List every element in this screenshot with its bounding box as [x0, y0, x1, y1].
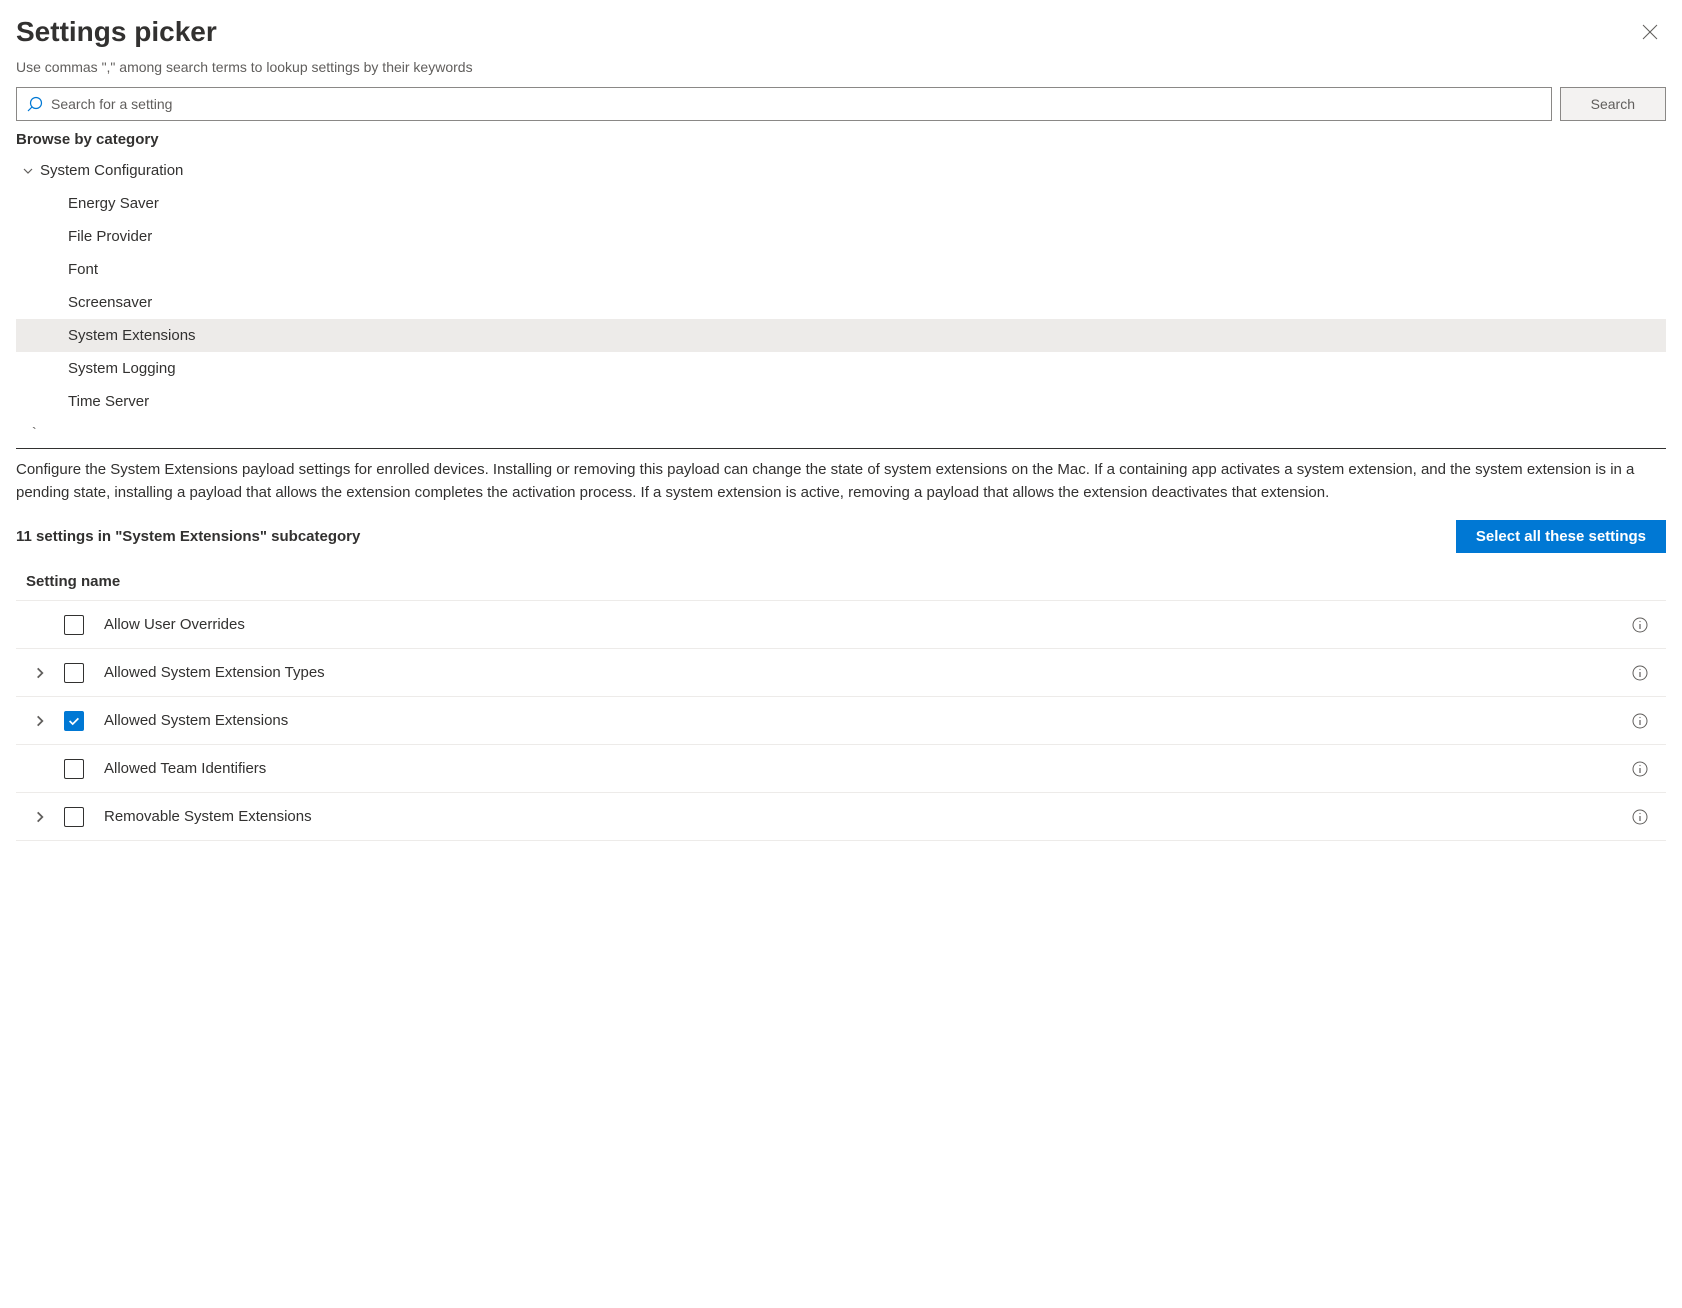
settings-table: Allow User Overrides Allowed System Exten… — [16, 601, 1666, 841]
info-icon — [1632, 665, 1648, 681]
search-input[interactable] — [51, 96, 1541, 112]
category-description: Configure the System Extensions payload … — [16, 459, 1666, 504]
checkbox-col — [64, 615, 104, 635]
browse-by-category-label: Browse by category — [16, 131, 1666, 148]
info-icon — [1632, 761, 1648, 777]
info-button[interactable] — [1624, 713, 1656, 729]
category-tree: System Configuration Energy SaverFile Pr… — [16, 154, 1666, 418]
setting-name-label: Allowed System Extensions — [104, 712, 1624, 729]
expand-button[interactable] — [16, 810, 64, 824]
info-button[interactable] — [1624, 809, 1656, 825]
info-icon — [1632, 809, 1648, 825]
check-icon — [67, 714, 81, 728]
page-title: Settings picker — [16, 16, 217, 48]
tree-item[interactable]: Energy Saver — [16, 187, 1666, 220]
subcategory-count-label: 11 settings in "System Extensions" subca… — [16, 528, 360, 545]
tree-item[interactable]: System Extensions — [16, 319, 1666, 352]
setting-checkbox[interactable] — [64, 759, 84, 779]
info-button[interactable] — [1624, 761, 1656, 777]
chevron-down-icon — [16, 165, 40, 177]
table-header-row: Setting name — [16, 563, 1666, 601]
table-row: Allow User Overrides — [16, 601, 1666, 649]
info-button[interactable] — [1624, 617, 1656, 633]
expand-button[interactable] — [16, 666, 64, 680]
search-icon — [27, 96, 43, 112]
table-row: Allowed System Extension Types — [16, 649, 1666, 697]
setting-checkbox[interactable] — [64, 663, 84, 683]
setting-name-label: Allowed Team Identifiers — [104, 760, 1624, 777]
close-button[interactable] — [1634, 16, 1666, 51]
search-button[interactable]: Search — [1560, 87, 1666, 121]
setting-name-label: Allowed System Extension Types — [104, 664, 1624, 681]
checkbox-col — [64, 807, 104, 827]
tree-trailing: ` — [16, 424, 1666, 442]
chevron-right-icon — [33, 666, 47, 680]
tree-item[interactable]: File Provider — [16, 220, 1666, 253]
info-icon — [1632, 617, 1648, 633]
chevron-right-icon — [33, 714, 47, 728]
info-icon — [1632, 713, 1648, 729]
setting-checkbox[interactable] — [64, 711, 84, 731]
table-header-setting-name: Setting name — [26, 573, 120, 590]
info-button[interactable] — [1624, 665, 1656, 681]
table-row: Allowed Team Identifiers — [16, 745, 1666, 793]
setting-name-label: Allow User Overrides — [104, 616, 1624, 633]
search-box[interactable] — [16, 87, 1552, 121]
tree-item[interactable]: Screensaver — [16, 286, 1666, 319]
page-subtitle: Use commas "," among search terms to loo… — [16, 59, 1666, 75]
chevron-right-icon — [33, 810, 47, 824]
table-row: Removable System Extensions — [16, 793, 1666, 841]
checkbox-col — [64, 663, 104, 683]
tree-item[interactable]: Time Server — [16, 385, 1666, 418]
tree-item[interactable]: Font — [16, 253, 1666, 286]
tree-parent-system-configuration[interactable]: System Configuration — [16, 154, 1666, 187]
checkbox-col — [64, 759, 104, 779]
setting-name-label: Removable System Extensions — [104, 808, 1624, 825]
tree-item[interactable]: System Logging — [16, 352, 1666, 385]
expand-button[interactable] — [16, 714, 64, 728]
tree-parent-label: System Configuration — [40, 162, 183, 179]
setting-checkbox[interactable] — [64, 807, 84, 827]
setting-checkbox[interactable] — [64, 615, 84, 635]
table-row: Allowed System Extensions — [16, 697, 1666, 745]
close-icon — [1642, 24, 1658, 40]
checkbox-col — [64, 711, 104, 731]
divider — [16, 448, 1666, 449]
select-all-button[interactable]: Select all these settings — [1456, 520, 1666, 553]
